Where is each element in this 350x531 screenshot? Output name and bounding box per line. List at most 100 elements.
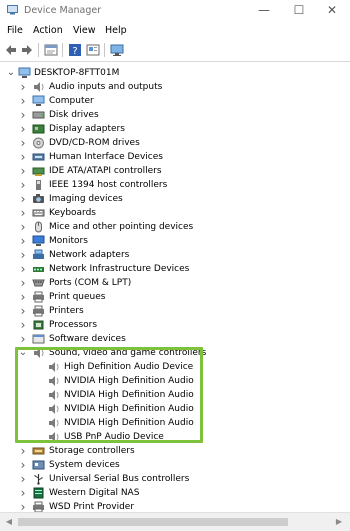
- chevron-right-icon[interactable]: ›: [18, 333, 28, 345]
- chevron-right-icon[interactable]: ›: [18, 221, 28, 233]
- tree-category[interactable]: › IEEE 1394 host controllers: [0, 178, 350, 192]
- tree-root-label: DESKTOP-8FTT01M: [34, 68, 120, 78]
- menu-bar: File Action View Help: [0, 22, 350, 40]
- tree-category-label: Computer: [49, 96, 94, 106]
- network-infrastructure-icon: [32, 263, 45, 275]
- tree-category-label: Monitors: [49, 236, 88, 246]
- camera-icon: [32, 193, 45, 205]
- chevron-right-icon[interactable]: ›: [18, 109, 28, 121]
- chevron-right-icon[interactable]: ›: [18, 277, 28, 289]
- maximize-button[interactable]: ☐: [283, 0, 315, 22]
- chevron-right-icon[interactable]: ›: [18, 445, 28, 457]
- chevron-right-icon[interactable]: ›: [18, 207, 28, 219]
- chevron-right-icon[interactable]: ›: [18, 95, 28, 107]
- keyboard-icon: [32, 207, 45, 219]
- network-adapter-icon: [32, 249, 45, 261]
- tree-category-label: Universal Serial Bus controllers: [49, 474, 190, 484]
- tree-category[interactable]: › Ports (COM & LPT): [0, 276, 350, 290]
- help-icon[interactable]: ?: [68, 43, 82, 57]
- disk-drive-icon: [32, 109, 45, 121]
- chevron-right-icon[interactable]: ›: [18, 235, 28, 247]
- printer-icon: [32, 291, 45, 303]
- tree-category-label: Imaging devices: [49, 194, 123, 204]
- chevron-right-icon[interactable]: ›: [18, 319, 28, 331]
- chevron-right-icon[interactable]: ›: [18, 291, 28, 303]
- scrollbar-thumb[interactable]: [18, 518, 288, 526]
- chevron-right-icon[interactable]: ›: [18, 459, 28, 471]
- tree-category-label: Audio inputs and outputs: [49, 82, 163, 92]
- processor-icon: [32, 319, 45, 331]
- tree-category[interactable]: › DVD/CD-ROM drives: [0, 136, 350, 150]
- chevron-right-icon[interactable]: ›: [18, 193, 28, 205]
- back-arrow-icon[interactable]: [4, 43, 18, 57]
- chevron-right-icon[interactable]: ›: [18, 165, 28, 177]
- tree-category-label: System devices: [49, 460, 120, 470]
- tree-category[interactable]: › Display adapters: [0, 122, 350, 136]
- tree-root[interactable]: ⌄ DESKTOP-8FTT01M: [0, 66, 350, 80]
- tree-category[interactable]: › Imaging devices: [0, 192, 350, 206]
- speaker-icon: [32, 81, 45, 93]
- tree-category-label: Mice and other pointing devices: [49, 222, 194, 232]
- update-driver-icon[interactable]: [86, 43, 100, 57]
- highlight-box: [15, 347, 203, 443]
- nas-icon: [32, 487, 45, 499]
- tree-category[interactable]: › Monitors: [0, 234, 350, 248]
- printer-icon: [32, 305, 45, 317]
- menu-view[interactable]: View: [73, 25, 96, 36]
- chevron-right-icon[interactable]: ›: [18, 137, 28, 149]
- tree-category[interactable]: › Mice and other pointing devices: [0, 220, 350, 234]
- tree-category[interactable]: › Universal Serial Bus controllers: [0, 472, 350, 486]
- tree-category[interactable]: › Western Digital NAS: [0, 486, 350, 500]
- chevron-right-icon[interactable]: ›: [18, 473, 28, 485]
- horizontal-scrollbar[interactable]: ◀ ▶: [0, 512, 350, 531]
- menu-file[interactable]: File: [7, 25, 23, 36]
- tree-category[interactable]: › Printers: [0, 304, 350, 318]
- chevron-right-icon[interactable]: ›: [18, 123, 28, 135]
- port-icon: [32, 277, 45, 289]
- scroll-left-icon[interactable]: ◀: [4, 517, 14, 527]
- tree-category[interactable]: › Network Infrastructure Devices: [0, 262, 350, 276]
- device-tree[interactable]: ⌄ DESKTOP-8FTT01M › Audio inputs and outp…: [0, 61, 350, 513]
- tree-category-label: DVD/CD-ROM drives: [49, 138, 140, 148]
- close-button[interactable]: ✕: [316, 0, 348, 22]
- scroll-right-icon[interactable]: ▶: [334, 517, 344, 527]
- ieee1394-icon: [32, 179, 45, 191]
- tree-category-label: Processors: [49, 320, 98, 330]
- tree-category-label: Display adapters: [49, 124, 125, 134]
- minimize-button[interactable]: —: [248, 0, 280, 22]
- computer-icon: [18, 67, 31, 79]
- tree-category[interactable]: › Computer: [0, 94, 350, 108]
- forward-arrow-icon[interactable]: [20, 43, 34, 57]
- chevron-right-icon[interactable]: ›: [18, 249, 28, 261]
- chevron-right-icon[interactable]: ›: [18, 305, 28, 317]
- tree-category[interactable]: › Print queues: [0, 290, 350, 304]
- toolbar-separator: [62, 43, 63, 57]
- properties-icon[interactable]: [44, 43, 58, 57]
- chevron-right-icon[interactable]: ›: [18, 179, 28, 191]
- tree-category[interactable]: › IDE ATA/ATAPI controllers: [0, 164, 350, 178]
- chevron-right-icon[interactable]: ›: [18, 81, 28, 93]
- chevron-down-icon[interactable]: ⌄: [6, 67, 16, 79]
- tree-category-label: Network adapters: [49, 250, 130, 260]
- tree-category[interactable]: › Audio inputs and outputs: [0, 80, 350, 94]
- monitor-icon[interactable]: [110, 43, 124, 57]
- tree-category-label: Ports (COM & LPT): [49, 278, 132, 288]
- chevron-right-icon[interactable]: ›: [18, 487, 28, 499]
- tree-category[interactable]: › Disk drives: [0, 108, 350, 122]
- mouse-icon: [32, 221, 45, 233]
- computer-icon: [32, 95, 45, 107]
- hid-icon: [32, 151, 45, 163]
- tree-category-label: Western Digital NAS: [49, 488, 140, 498]
- tree-category[interactable]: › Software devices: [0, 332, 350, 346]
- tree-category[interactable]: › Network adapters: [0, 248, 350, 262]
- tree-category[interactable]: › System devices: [0, 458, 350, 472]
- tree-category-label: Printers: [49, 306, 84, 316]
- menu-help[interactable]: Help: [105, 25, 127, 36]
- tree-category[interactable]: › Processors: [0, 318, 350, 332]
- tree-category[interactable]: › Human Interface Devices: [0, 150, 350, 164]
- chevron-right-icon[interactable]: ›: [18, 151, 28, 163]
- tree-category[interactable]: › Keyboards: [0, 206, 350, 220]
- tree-category[interactable]: › Storage controllers: [0, 444, 350, 458]
- menu-action[interactable]: Action: [33, 25, 63, 36]
- chevron-right-icon[interactable]: ›: [18, 263, 28, 275]
